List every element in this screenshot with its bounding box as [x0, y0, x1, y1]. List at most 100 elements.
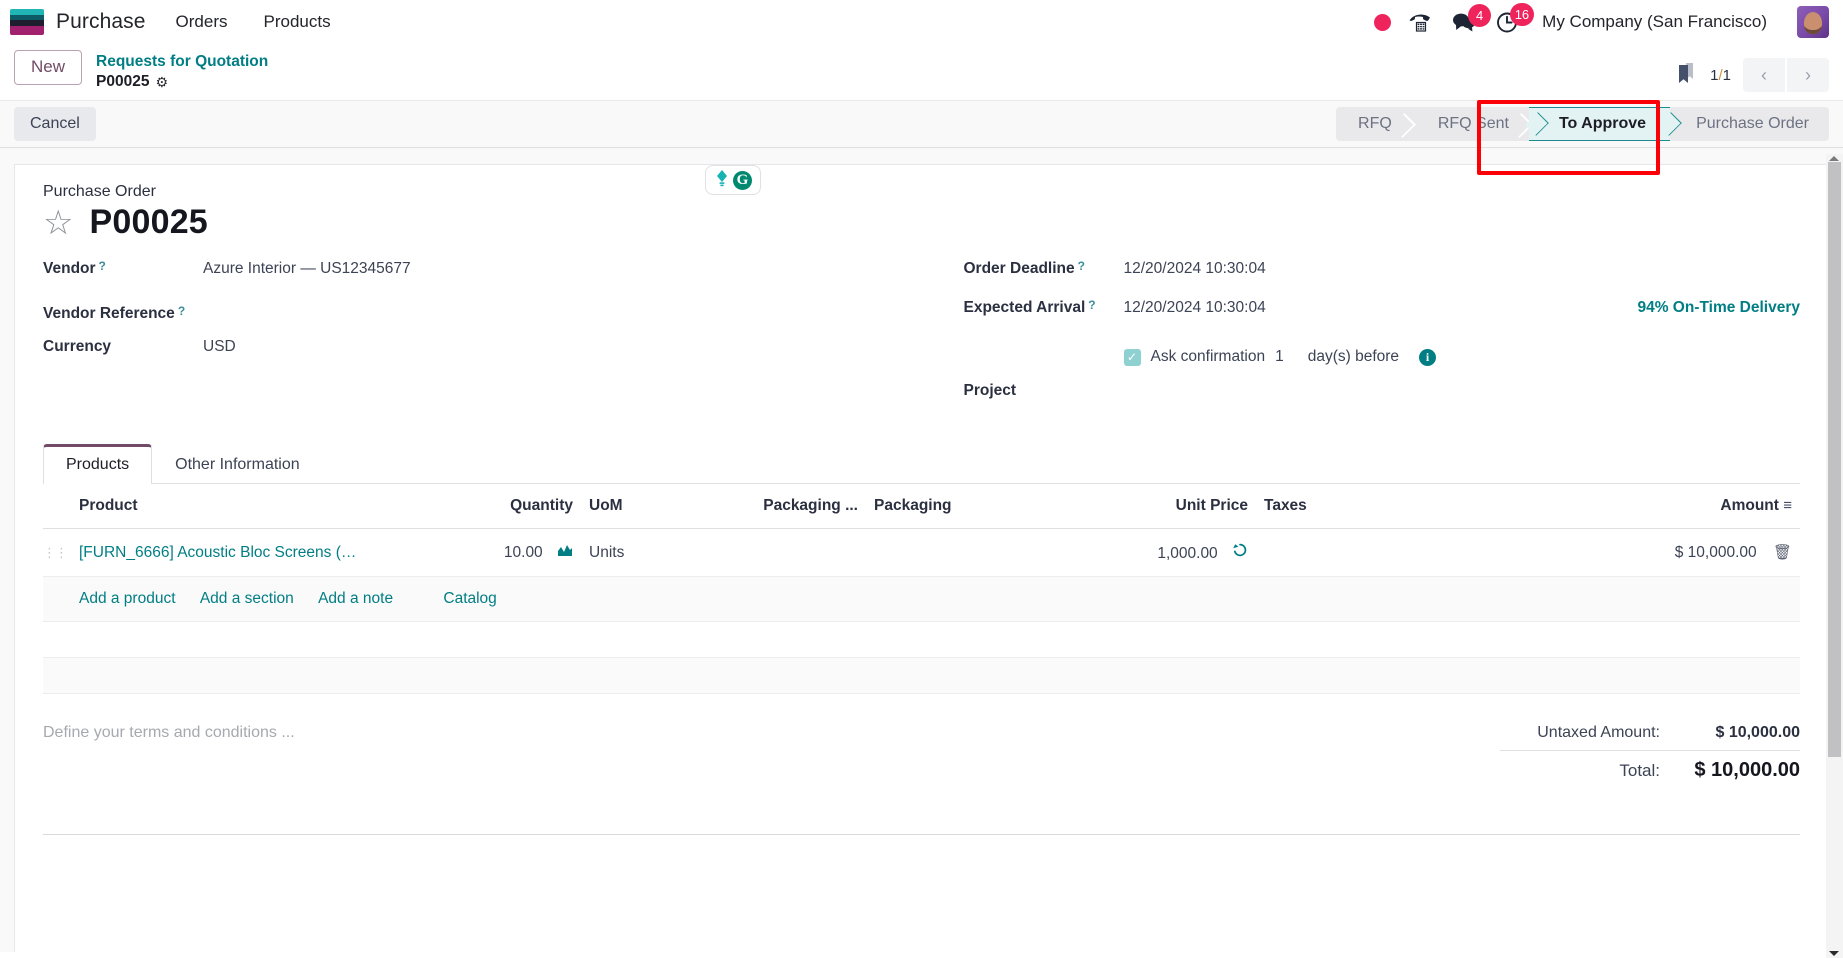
new-record-button[interactable]: New — [14, 50, 83, 85]
field-value-currency[interactable]: USD — [203, 338, 882, 356]
record-type-label: Purchase Order — [43, 183, 156, 201]
field-value-project[interactable] — [1124, 376, 1801, 395]
lightbulb-icon[interactable] — [714, 169, 730, 191]
help-icon[interactable]: ? — [1078, 259, 1085, 273]
pager-buttons: ‹ › — [1743, 58, 1829, 92]
breadcrumb: Requests for Quotation P00025 ⚙ — [96, 50, 268, 92]
forecast-chart-icon[interactable] — [557, 544, 573, 561]
gear-icon[interactable]: ⚙ — [155, 73, 168, 91]
field-value-vendor-reference[interactable] — [203, 299, 882, 318]
status-step-rfq[interactable]: RFQ — [1336, 107, 1412, 141]
menu-item-orders[interactable]: Orders — [174, 8, 230, 36]
user-avatar[interactable] — [1797, 6, 1829, 38]
scroll-up-arrow-icon[interactable] — [1829, 156, 1839, 161]
trash-icon[interactable]: 🗑 — [1773, 544, 1792, 561]
column-unit-price[interactable]: Unit Price — [1031, 484, 1256, 530]
info-icon[interactable]: i — [1419, 348, 1437, 366]
notebook-tabs: Products Other Information — [43, 443, 1800, 485]
catalog-link[interactable]: Catalog — [443, 590, 496, 608]
ask-confirmation-days-input[interactable]: 1 — [1275, 348, 1284, 366]
add-a-product-link[interactable]: Add a product — [79, 590, 176, 608]
recording-dot-icon[interactable] — [1374, 13, 1392, 31]
cancel-button[interactable]: Cancel — [14, 107, 96, 142]
column-amount-label: Amount — [1720, 497, 1779, 515]
pager-previous-button[interactable]: ‹ — [1743, 58, 1785, 92]
empty-row — [43, 621, 1800, 659]
form-groups: Vendor ? Azure Interior — US12345677 Ven… — [43, 259, 1801, 415]
column-packaging[interactable]: Packaging — [866, 484, 1031, 530]
ask-confirmation-checkbox[interactable]: ✓ — [1123, 348, 1141, 366]
column-packaging-qty[interactable]: Packaging ... — [736, 484, 866, 530]
cell-unit-price[interactable]: 1,000.00 — [1031, 528, 1256, 578]
company-switcher[interactable]: My Company (San Francisco) — [1542, 12, 1767, 32]
terms-and-conditions-input[interactable]: Define your terms and conditions ... — [43, 716, 1500, 786]
record-title: ☆ P00025 — [43, 203, 1800, 242]
control-panel-right: 1/1 ‹ › — [1674, 50, 1829, 92]
cell-quantity[interactable]: 10.00 — [431, 528, 581, 578]
label-text: Vendor Reference — [43, 305, 175, 323]
menu-item-products[interactable]: Products — [262, 8, 333, 36]
tab-other-information[interactable]: Other Information — [152, 444, 323, 484]
add-a-section-link[interactable]: Add a section — [200, 590, 294, 608]
cell-amount: $ 10,000.00 🗑 — [1466, 528, 1800, 578]
help-icon[interactable]: ? — [178, 304, 185, 318]
ask-confirmation-label: Ask confirmation — [1150, 348, 1266, 366]
add-a-note-link[interactable]: Add a note — [318, 590, 393, 608]
star-outline-icon[interactable]: ☆ — [43, 206, 73, 240]
cell-uom[interactable]: Units — [581, 528, 736, 578]
on-time-delivery-badge[interactable]: 94% On-Time Delivery — [1637, 299, 1800, 317]
phone-dialpad-icon[interactable] — [1409, 10, 1433, 34]
status-step-to-approve[interactable]: To Approve — [1528, 107, 1671, 142]
empty-row — [43, 657, 1800, 695]
odoo-purchase-logo-icon[interactable] — [10, 9, 44, 35]
product-link[interactable]: [FURN_6666] Acoustic Bloc Screens (… — [79, 544, 356, 561]
footer-divider — [43, 834, 1800, 836]
form-view-area: Purchase Order ☆ P00025 Vendor ? Azure I… — [0, 148, 1843, 953]
pager-counter[interactable]: 1/1 — [1710, 67, 1731, 84]
label-text: Currency — [43, 338, 112, 356]
column-uom[interactable]: UoM — [581, 484, 736, 530]
scrollbar-thumb[interactable] — [1828, 162, 1841, 757]
main-menu: Orders Products — [174, 8, 333, 36]
column-quantity[interactable]: Quantity — [431, 484, 581, 530]
help-icon[interactable]: ? — [99, 259, 106, 273]
status-step-rfq-sent[interactable]: RFQ Sent — [1412, 107, 1529, 141]
column-product[interactable]: Product — [71, 484, 431, 530]
drag-handle-icon[interactable]: ⋮⋮ — [43, 545, 68, 560]
top-navbar: Purchase Orders Products 4 16 My Company… — [0, 0, 1843, 44]
activities-badge: 16 — [1509, 2, 1535, 26]
page-title: P00025 — [89, 203, 208, 242]
tab-products[interactable]: Products — [43, 444, 153, 485]
pager-next-button[interactable]: › — [1787, 58, 1829, 92]
cell-packaging-qty[interactable] — [736, 528, 866, 578]
column-handle — [43, 484, 71, 530]
bookmark-icon[interactable] — [1674, 61, 1698, 89]
field-value-order-deadline[interactable]: 12/20/2024 10:30:04 — [1124, 260, 1801, 278]
column-settings-icon[interactable]: ≡ — [1783, 497, 1792, 514]
messaging-icon[interactable]: 4 — [1451, 4, 1492, 33]
field-vendor-reference: Vendor Reference ? — [43, 299, 882, 338]
field-value-vendor[interactable]: Azure Interior — US12345677 — [203, 260, 882, 278]
ai-assist-widget[interactable]: G — [705, 165, 761, 196]
status-step-purchase-order[interactable]: Purchase Order — [1670, 107, 1829, 141]
grammarly-icon[interactable]: G — [733, 170, 752, 190]
activities-clock-icon[interactable]: 16 — [1495, 2, 1535, 35]
cell-taxes[interactable] — [1256, 528, 1466, 578]
column-amount[interactable]: Amount ≡ — [1466, 484, 1800, 530]
form-group-left: Vendor ? Azure Interior — US12345677 Ven… — [43, 259, 922, 415]
field-value-expected-arrival[interactable]: 12/20/2024 10:30:04 — [1124, 299, 1638, 317]
table-row[interactable]: ⋮⋮ [FURN_6666] Acoustic Bloc Screens (… … — [43, 528, 1800, 578]
scroll-down-arrow-icon[interactable] — [1829, 951, 1839, 956]
cell-packaging[interactable] — [866, 528, 1031, 578]
app-name[interactable]: Purchase — [56, 10, 146, 34]
help-icon[interactable]: ? — [1088, 298, 1095, 312]
price-history-icon[interactable] — [1232, 544, 1248, 562]
form-group-right: Order Deadline ? 12/20/2024 10:30:04 Exp… — [922, 259, 1801, 415]
vertical-scrollbar[interactable] — [1826, 154, 1843, 958]
days-before-label: day(s) before — [1307, 348, 1400, 366]
add-row-links: Add a product Add a section Add a note C… — [71, 576, 1800, 623]
breadcrumb-parent-link[interactable]: Requests for Quotation — [96, 52, 268, 72]
cell-product[interactable]: [FURN_6666] Acoustic Bloc Screens (… — [71, 528, 431, 578]
order-lines-table: Product Quantity UoM Packaging ... Packa… — [43, 484, 1800, 695]
column-taxes[interactable]: Taxes — [1256, 484, 1466, 530]
